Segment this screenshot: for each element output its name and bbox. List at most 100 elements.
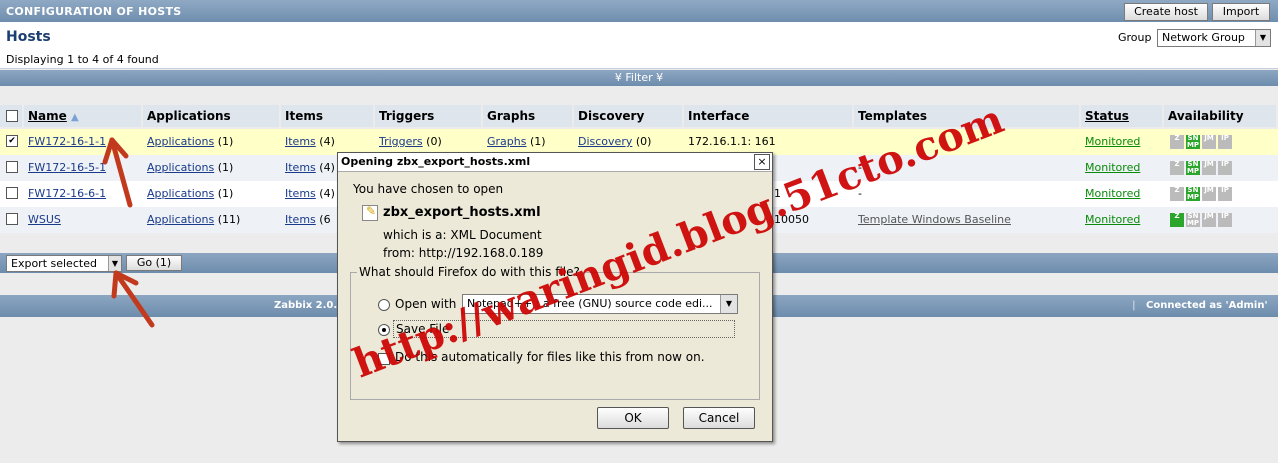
ipmi-icon: IP [1218, 187, 1232, 201]
column-header-status[interactable]: Status [1081, 105, 1164, 127]
status-monitored-link[interactable]: Monitored [1081, 207, 1164, 233]
dialog-titlebar: Opening zbx_export_hosts.xml × [338, 153, 772, 172]
host-name-link[interactable]: FW172-16-6-1 [24, 181, 143, 207]
dialog-title: Opening zbx_export_hosts.xml [341, 155, 531, 168]
template-link[interactable]: Template Windows Baseline [854, 207, 1081, 233]
items-count: (4) [319, 187, 335, 200]
status-monitored-link[interactable]: Monitored [1081, 155, 1164, 181]
column-header-availability: Availability [1164, 105, 1278, 127]
snmp-icon: SN MP [1186, 212, 1200, 227]
dialog-from: from: http://192.168.0.189 [383, 246, 543, 260]
templates-cell [854, 129, 1081, 155]
column-header-interface: Interface [684, 105, 854, 127]
host-name-link[interactable]: FW172-16-5-1 [24, 155, 143, 181]
displaying-total: 4 [116, 53, 124, 66]
discovery-link[interactable]: Discovery [578, 135, 632, 148]
from-label: from: [383, 246, 415, 260]
column-header-name-label[interactable]: Name [28, 109, 67, 123]
interface-cell: 1 [774, 187, 781, 200]
snmp-icon: SN MP [1186, 134, 1200, 149]
close-icon[interactable]: × [754, 154, 770, 170]
table-header-checkbox-cell [0, 105, 24, 127]
open-with-app-select[interactable]: Notepad++ : a free (GNU) source code edi… [462, 294, 738, 314]
items-link[interactable]: Items [285, 161, 316, 174]
column-header-graphs: Graphs [483, 105, 574, 127]
applications-cell: Applications (1) [143, 129, 281, 155]
snmp-icon: SN MP [1186, 160, 1200, 175]
group-select[interactable]: Network Group ▼ [1157, 29, 1271, 47]
open-with-app-value: Notepad++ : a free (GNU) source code edi… [467, 297, 713, 310]
jmx-icon: JM [1202, 161, 1216, 175]
items-link[interactable]: Items [285, 213, 316, 226]
row-checkbox[interactable] [6, 161, 18, 173]
chevron-down-icon: ¥ [614, 71, 622, 84]
templates-cell: - [858, 187, 862, 200]
go-button[interactable]: Go (1) [126, 255, 182, 271]
row-checkbox[interactable]: ✔ [6, 135, 18, 147]
column-header-items: Items [281, 105, 375, 127]
graphs-link[interactable]: Graphs [487, 135, 526, 148]
page-header-bar: CONFIGURATION OF HOSTS Create host Impor… [0, 0, 1278, 22]
row-checkbox[interactable] [6, 213, 18, 225]
applications-cell: Applications (1) [143, 181, 281, 207]
applications-link[interactable]: Applications [147, 161, 214, 174]
graphs-count: (1) [529, 135, 546, 148]
displaying-to-word: to [77, 53, 89, 66]
zabbix-agent-icon: Z [1170, 161, 1184, 175]
zabbix-agent-icon: Z [1170, 213, 1184, 227]
applications-link[interactable]: Applications [147, 213, 214, 226]
zabbix-agent-icon: Z [1170, 135, 1184, 149]
applications-link[interactable]: Applications [147, 187, 214, 200]
dialog-filename: zbx_export_hosts.xml [383, 205, 541, 220]
which-is-label: which is a: [383, 228, 447, 242]
create-host-button[interactable]: Create host [1124, 3, 1208, 21]
triggers-link[interactable]: Triggers [379, 135, 423, 148]
items-link[interactable]: Items [285, 187, 316, 200]
displaying-of-word: of [102, 53, 114, 66]
save-file-label: Save File [396, 322, 450, 336]
sort-ascending-icon: ▲ [70, 112, 79, 123]
host-name-link[interactable]: FW172-16-1-1 [24, 129, 143, 155]
group-select-value: Network Group [1162, 31, 1245, 44]
interface-cell: 10050 [774, 213, 809, 226]
page-title: Hosts [6, 29, 51, 45]
items-count: (6 [319, 213, 331, 226]
footer-version: Zabbix 2.0. [274, 300, 338, 311]
import-button[interactable]: Import [1212, 3, 1270, 21]
ok-button[interactable]: OK [597, 407, 669, 429]
status-monitored-link[interactable]: Monitored [1081, 181, 1164, 207]
chevron-down-icon: ▼ [1255, 30, 1270, 46]
items-count: (4) [319, 161, 335, 174]
footer-connected-as: Connected as 'Admin' [1146, 300, 1268, 311]
column-header-triggers: Triggers [375, 105, 483, 127]
applications-link[interactable]: Applications [147, 135, 214, 148]
jmx-icon: JM [1202, 135, 1216, 149]
mass-action-value: Export selected [11, 257, 97, 270]
jmx-icon: JM [1202, 187, 1216, 201]
auto-checkbox[interactable] [378, 353, 390, 365]
status-monitored-link[interactable]: Monitored [1081, 129, 1164, 155]
save-file-radio[interactable] [378, 324, 390, 336]
ipmi-icon: IP [1218, 161, 1232, 175]
applications-count: (1) [217, 187, 234, 200]
row-checkbox[interactable] [6, 187, 18, 199]
displaying-count: Displaying 1 to 4 of 4 found [6, 53, 159, 66]
displaying-to: 4 [92, 53, 100, 66]
items-link[interactable]: Items [285, 135, 316, 148]
host-name-link[interactable]: WSUS [24, 207, 143, 233]
chevron-down-icon: ▼ [108, 256, 121, 271]
snmp-icon: SN MP [1186, 186, 1200, 201]
cancel-button[interactable]: Cancel [683, 407, 755, 429]
footer-divider: | [1132, 300, 1136, 311]
applications-count: (1) [217, 161, 234, 174]
from-value: http://192.168.0.189 [418, 246, 544, 260]
select-all-checkbox[interactable] [6, 110, 18, 122]
mass-action-select[interactable]: Export selected ▼ [6, 255, 122, 272]
column-header-discovery: Discovery [574, 105, 684, 127]
applications-cell: Applications (11) [143, 207, 281, 233]
filter-toggle[interactable]: ¥ Filter ¥ [0, 70, 1278, 86]
open-with-radio[interactable] [378, 299, 390, 311]
page-header-title: CONFIGURATION OF HOSTS [6, 5, 182, 18]
column-header-name[interactable]: Name ▲ [24, 105, 143, 127]
open-with-label: Open with [395, 297, 457, 311]
